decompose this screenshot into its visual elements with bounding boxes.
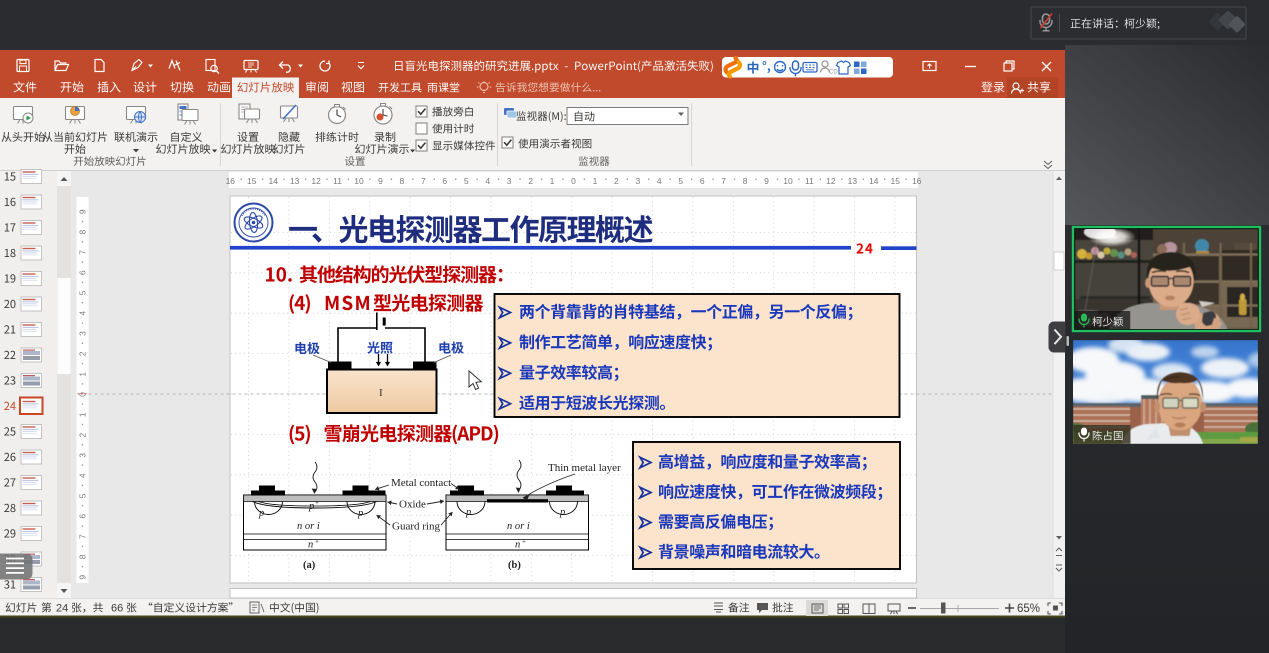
svg-text:3: 3: [78, 453, 88, 458]
svg-text:9: 9: [78, 209, 88, 214]
svg-text:1: 1: [78, 372, 88, 377]
svg-text:6: 6: [442, 176, 447, 186]
svg-text:7: 7: [78, 250, 88, 255]
svg-text:3: 3: [635, 176, 640, 186]
svg-text:8: 8: [400, 176, 405, 186]
svg-text:11: 11: [333, 176, 342, 186]
svg-text:Metal contact: Metal contact: [391, 477, 451, 489]
svg-text:p: p: [308, 501, 314, 512]
svg-text:p: p: [258, 508, 264, 519]
svg-text:4: 4: [657, 176, 662, 186]
svg-text:13: 13: [290, 176, 300, 186]
svg-text:4: 4: [78, 473, 88, 478]
svg-text:5: 5: [678, 176, 683, 186]
svg-text:66: 66: [111, 603, 123, 615]
svg-text:3: 3: [507, 176, 512, 186]
svg-text:4: 4: [485, 176, 490, 186]
svg-text:0: 0: [571, 176, 576, 186]
svg-text:1: 1: [593, 176, 598, 186]
svg-text:65%: 65%: [1017, 603, 1040, 615]
svg-text:12: 12: [826, 176, 836, 186]
svg-text:4: 4: [78, 311, 88, 316]
svg-text:6: 6: [700, 176, 705, 186]
svg-text:(a): (a): [303, 560, 316, 571]
svg-text:Oxide: Oxide: [399, 499, 426, 511]
svg-text:n: n: [515, 540, 520, 551]
svg-text:7: 7: [421, 176, 426, 186]
svg-text:2: 2: [614, 176, 619, 186]
svg-text:7: 7: [78, 534, 88, 539]
svg-text:12: 12: [311, 176, 321, 186]
svg-text:7: 7: [721, 176, 726, 186]
svg-text:Guard ring: Guard ring: [392, 521, 440, 533]
svg-text:p: p: [465, 507, 471, 518]
svg-text:5: 5: [464, 176, 469, 186]
svg-text:8: 8: [743, 176, 748, 186]
svg-text:6: 6: [78, 514, 88, 519]
svg-text:p: p: [559, 507, 565, 518]
svg-text:(b): (b): [508, 560, 521, 571]
svg-text:13: 13: [848, 176, 858, 186]
svg-text:2: 2: [528, 176, 533, 186]
svg-text:6: 6: [78, 270, 88, 275]
svg-text:8: 8: [78, 229, 88, 234]
svg-text:n: n: [308, 540, 313, 551]
svg-text:9: 9: [764, 176, 769, 186]
svg-text:24: 24: [56, 603, 68, 615]
svg-text:9: 9: [78, 575, 88, 580]
svg-text:CD: CD: [829, 70, 838, 76]
svg-text:+: +: [522, 538, 526, 546]
svg-text:16: 16: [226, 176, 236, 186]
svg-text:10: 10: [354, 176, 364, 186]
svg-text:+: +: [315, 538, 319, 546]
svg-text:14: 14: [268, 176, 278, 186]
svg-text:1: 1: [78, 412, 88, 417]
svg-text:5: 5: [78, 493, 88, 498]
svg-text:3: 3: [78, 331, 88, 336]
svg-text:p: p: [357, 508, 363, 519]
svg-text:14: 14: [869, 176, 879, 186]
svg-text:15: 15: [891, 176, 901, 186]
svg-text:8: 8: [78, 554, 88, 559]
svg-text:n or i: n or i: [297, 521, 320, 532]
svg-text:2: 2: [78, 432, 88, 437]
svg-text:11: 11: [805, 176, 814, 186]
svg-text:2: 2: [78, 351, 88, 356]
svg-text:5: 5: [78, 290, 88, 295]
svg-text:1: 1: [550, 176, 555, 186]
svg-text:16: 16: [912, 176, 922, 186]
svg-text:+: +: [315, 499, 319, 507]
svg-text:15: 15: [247, 176, 257, 186]
svg-text:Thin metal layer: Thin metal layer: [548, 462, 621, 474]
svg-text:n or i: n or i: [507, 521, 530, 532]
svg-text:10: 10: [783, 176, 793, 186]
svg-text:9: 9: [378, 176, 383, 186]
svg-text:I: I: [379, 387, 383, 399]
